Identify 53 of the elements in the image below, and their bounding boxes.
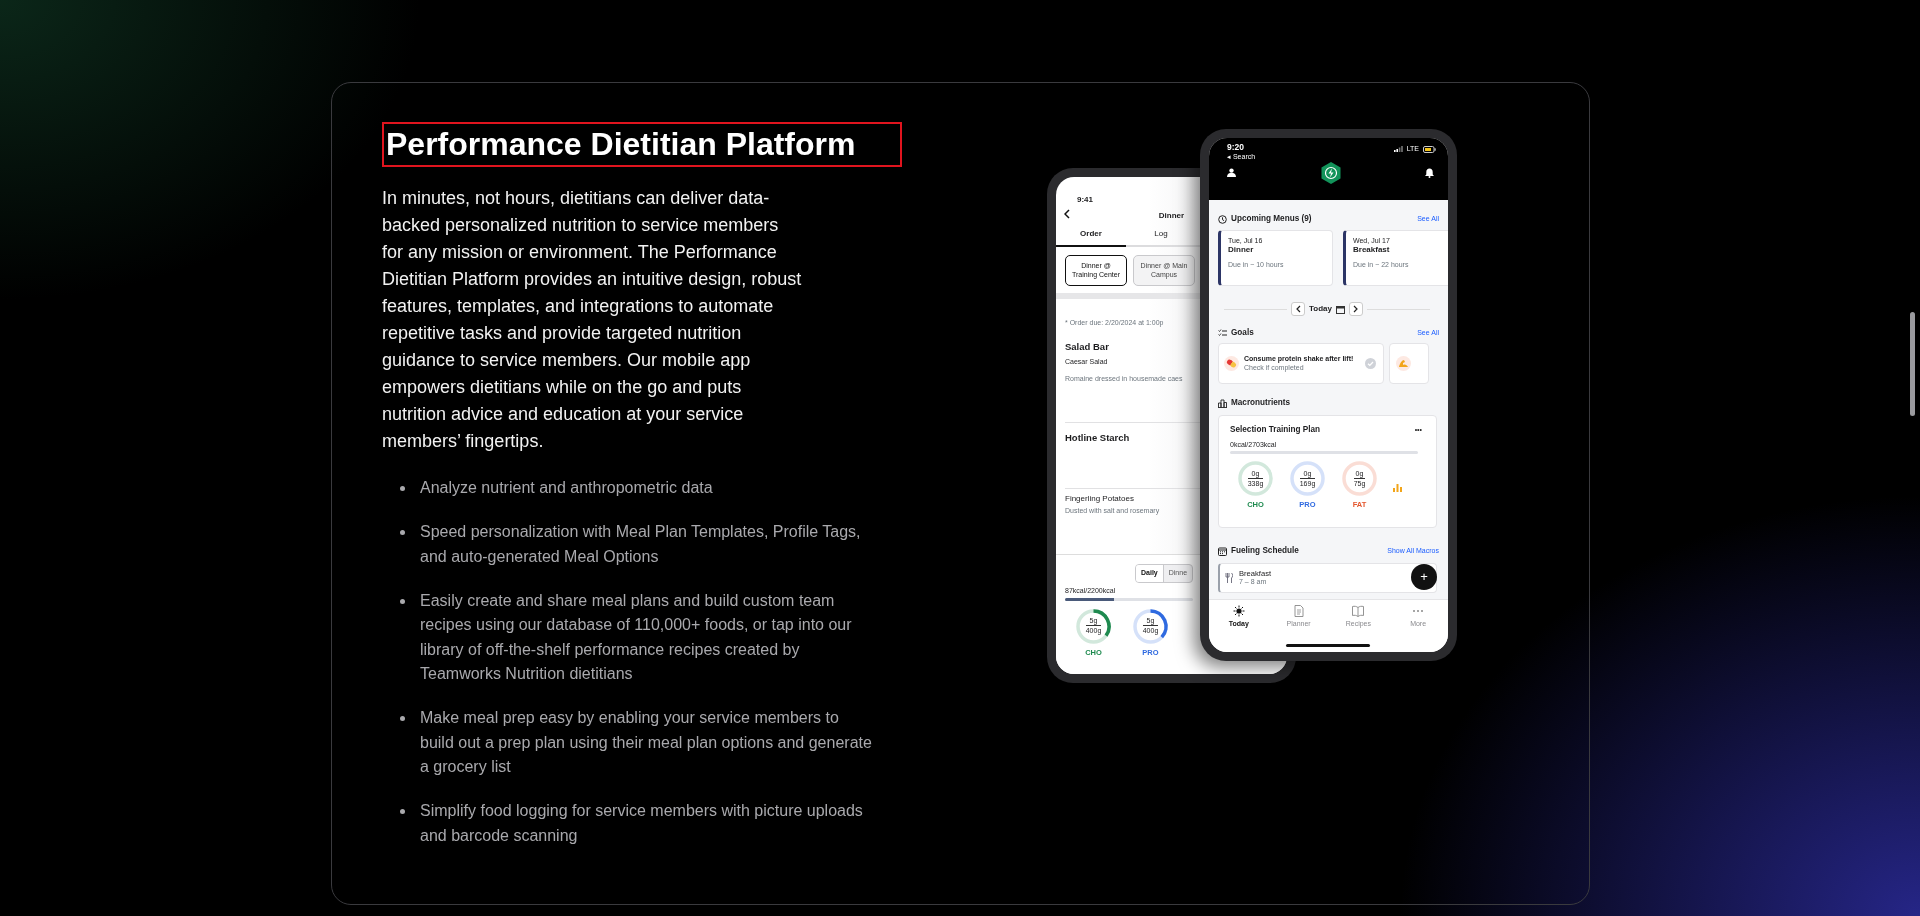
screen-title: Dinner bbox=[1158, 211, 1185, 220]
profile-icon bbox=[1227, 168, 1236, 178]
menu-meal: Breakfast bbox=[1353, 245, 1390, 255]
station-name: Salad Bar bbox=[1065, 340, 1109, 352]
feature-text: Speed personalization with Meal Plan Templates, Profile Tags, and auto-generated Meal Options bbox=[420, 522, 862, 567]
scrollbar-thumb[interactable] bbox=[1910, 312, 1915, 416]
bullet-icon bbox=[400, 598, 405, 604]
menu-meal: Dinner bbox=[1228, 245, 1254, 255]
buildings-icon bbox=[1218, 398, 1227, 408]
pill-icon bbox=[1224, 356, 1239, 371]
ring-meter bbox=[1341, 460, 1378, 498]
app-logo-icon bbox=[1320, 161, 1341, 184]
signal-icon bbox=[1393, 146, 1403, 152]
bullet-icon bbox=[400, 716, 405, 722]
day-label: Today bbox=[1309, 303, 1332, 315]
ring-meter bbox=[1237, 460, 1274, 498]
bullet-icon bbox=[400, 809, 405, 815]
chevron-left-icon bbox=[1295, 305, 1301, 313]
status-time: 9:41 bbox=[1077, 195, 1093, 204]
bullet-icon bbox=[400, 486, 405, 492]
checklist-icon bbox=[1218, 329, 1227, 337]
schedule-icon bbox=[1218, 546, 1227, 556]
section-title: Upcoming Menus (9) bbox=[1231, 212, 1312, 225]
feature-text: Easily create and share meal plans and build custom team recipes using our database of 110,000+ foods, or tap into our library of off-the-shelf performance recipes created by Teamworks Nutrition dietitians bbox=[420, 590, 853, 685]
bar-chart-icon bbox=[1393, 484, 1402, 493]
previous-day-button[interactable] bbox=[1291, 302, 1305, 316]
station-name: Hotline Starch bbox=[1065, 431, 1130, 443]
calendar-icon bbox=[1336, 304, 1345, 314]
section-title: Goals bbox=[1231, 326, 1254, 339]
sun-icon bbox=[1232, 605, 1245, 617]
status-time: 9:20 bbox=[1227, 143, 1245, 153]
section-title: Fueling Schedule bbox=[1231, 544, 1299, 557]
tab[interactable]: Order bbox=[1056, 224, 1126, 247]
battery-icon bbox=[1423, 145, 1436, 153]
cutlery-icon bbox=[1225, 573, 1233, 583]
back-icon bbox=[1064, 208, 1070, 219]
document-icon bbox=[1292, 605, 1305, 617]
clock-icon bbox=[1218, 214, 1227, 224]
next-day-button[interactable] bbox=[1349, 302, 1363, 316]
chevron-right-icon bbox=[1353, 305, 1359, 313]
plan-title: Selection Training Plan bbox=[1230, 424, 1321, 436]
section-title: Macronutrients bbox=[1231, 396, 1291, 409]
bell-icon bbox=[1425, 167, 1434, 178]
feature-text: Simplify food logging for service members with picture uploads and barcode scanning bbox=[420, 801, 864, 846]
ring-meter bbox=[1289, 460, 1326, 498]
intro-paragraph: In minutes, not hours, dietitians can deliver data-backed personalized nutrition to service members for any mission or environment. The Performance Dietitian Platform provides an intuitive design, robust features, templates, and integrations to automate repetitive tasks and provide targeted nutrition guidance to service members. Our mobile app empowers dietitians while on the go and puts nutrition advice and education at your service members’ fingertips. bbox=[382, 187, 803, 454]
book-icon bbox=[1352, 605, 1365, 617]
feature-text: Analyze nutrient and anthropometric data bbox=[420, 478, 714, 499]
tab[interactable]: Log bbox=[1126, 224, 1196, 247]
feature-text: Make meal prep easy by enabling your service members to build out a prep plan using their meal plan options and generate a grocery list bbox=[420, 708, 873, 778]
section-heading: Performance Dietitian Platform bbox=[382, 122, 902, 168]
item-name: Fingerling Potatoes bbox=[1065, 493, 1134, 503]
bullet-icon bbox=[400, 530, 405, 536]
